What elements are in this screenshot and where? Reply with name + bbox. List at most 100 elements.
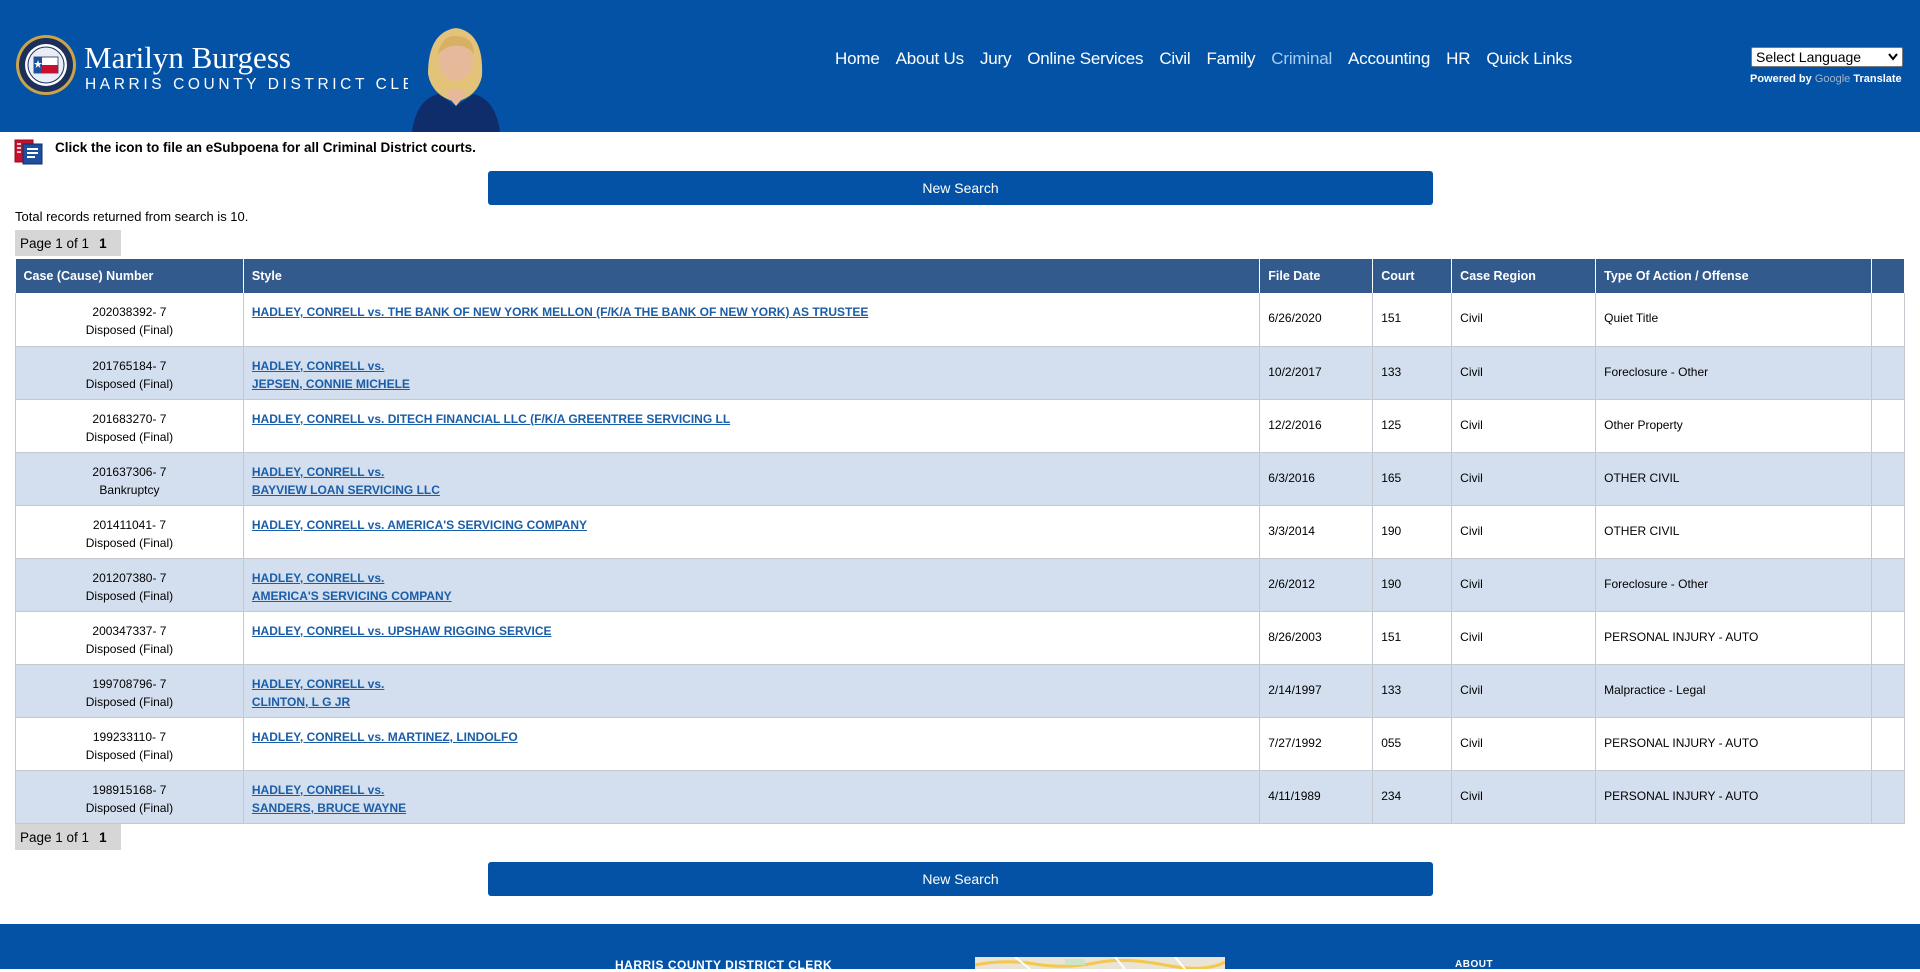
case-status: Disposed (Final): [85, 747, 174, 762]
footer-title: HARRIS COUNTY DISTRICT CLERK: [615, 958, 833, 972]
case-style-link-line2[interactable]: AMERICA'S SERVICING COMPANY: [252, 589, 452, 603]
file-date: 12/2/2016: [1259, 399, 1374, 453]
type-of-action: PERSONAL INJURY - AUTO: [1595, 770, 1872, 824]
table-header-row: Case (Cause) Number Style File Date Cour…: [15, 259, 1906, 293]
case-status: Disposed (Final): [85, 429, 174, 444]
type-of-action: PERSONAL INJURY - AUTO: [1595, 611, 1872, 665]
case-style-link[interactable]: HADLEY, CONRELL vs.: [252, 359, 384, 373]
case-style-link[interactable]: HADLEY, CONRELL vs. UPSHAW RIGGING SERVI…: [252, 624, 552, 638]
case-style-link-line2[interactable]: SANDERS, BRUCE WAYNE: [252, 801, 406, 815]
pager-top: Page 1 of 1 1: [15, 230, 121, 256]
blank-cell: [1871, 293, 1906, 347]
site-header: Marilyn Burgess HARRIS COUNTY DISTRICT C…: [0, 0, 1920, 132]
col-court[interactable]: Court: [1372, 259, 1453, 293]
col-type-of-action[interactable]: Type Of Action / Offense: [1595, 259, 1872, 293]
location-map[interactable]: [975, 957, 1225, 969]
court: 125: [1372, 399, 1453, 453]
case-style-link-line2[interactable]: JEPSEN, CONNIE MICHELE: [252, 377, 410, 391]
case-status: Bankruptcy: [99, 482, 160, 497]
powered-by-google-translate: Powered by Google Translate: [1750, 73, 1902, 85]
case-cell: 201683270- 7 Disposed (Final): [15, 399, 244, 453]
new-search-button-top[interactable]: New Search: [488, 171, 1433, 205]
style-cell: HADLEY, CONRELL vs. THE BANK OF NEW YORK…: [243, 293, 1261, 347]
file-date: 2/6/2012: [1259, 558, 1374, 612]
pager-page-1[interactable]: 1: [99, 236, 107, 251]
case-region: Civil: [1451, 770, 1597, 824]
case-style-link-line2[interactable]: BAYVIEW LOAN SERVICING LLC: [252, 483, 440, 497]
case-cell: 199708796- 7 Disposed (Final): [15, 664, 244, 718]
blank-cell: [1871, 611, 1906, 665]
nav-online-services[interactable]: Online Services: [1027, 49, 1143, 69]
table-row: 200347337- 7 Disposed (Final) HADLEY, CON…: [15, 611, 1906, 665]
nav-jury[interactable]: Jury: [980, 49, 1012, 69]
case-style-link[interactable]: HADLEY, CONRELL vs.: [252, 571, 384, 585]
case-region: Civil: [1451, 293, 1597, 347]
nav-quick-links[interactable]: Quick Links: [1486, 49, 1572, 69]
case-status: Disposed (Final): [85, 800, 174, 815]
case-region: Civil: [1451, 346, 1597, 400]
blank-cell: [1871, 452, 1906, 506]
translate-link[interactable]: Translate: [1853, 73, 1901, 85]
case-style-link[interactable]: HADLEY, CONRELL vs.: [252, 677, 384, 691]
court: 151: [1372, 611, 1453, 665]
style-cell: HADLEY, CONRELL vs. AMERICA'S SERVICING C…: [243, 558, 1261, 612]
type-of-action: Foreclosure - Other: [1595, 346, 1872, 400]
case-number: 201765184- 7: [92, 358, 167, 373]
pager-page-1[interactable]: 1: [99, 830, 107, 845]
file-date: 6/3/2016: [1259, 452, 1374, 506]
col-case-region[interactable]: Case Region: [1451, 259, 1597, 293]
case-number: 201411041- 7: [92, 517, 167, 532]
esubpoena-icon[interactable]: [14, 138, 44, 166]
language-select[interactable]: Select Language: [1751, 47, 1903, 67]
case-style-link-line2[interactable]: CLINTON, L G JR: [252, 695, 350, 709]
case-style-link[interactable]: HADLEY, CONRELL vs.: [252, 783, 384, 797]
table-row: 201207380- 7 Disposed (Final) HADLEY, CON…: [15, 558, 1906, 612]
case-style-link[interactable]: HADLEY, CONRELL vs. MARTINEZ, LINDOLFO: [252, 730, 518, 744]
case-status: Disposed (Final): [85, 376, 174, 391]
nav-hr[interactable]: HR: [1446, 49, 1470, 69]
nav-home[interactable]: Home: [835, 49, 880, 69]
blank-cell: [1871, 505, 1906, 559]
case-style-link[interactable]: HADLEY, CONRELL vs. THE BANK OF NEW YORK…: [252, 305, 868, 319]
brand-name[interactable]: Marilyn Burgess: [84, 40, 291, 76]
case-status: Disposed (Final): [85, 323, 174, 337]
case-number: 202038392- 7: [92, 305, 167, 319]
file-date: 10/2/2017: [1259, 346, 1374, 400]
district-clerk-seal-icon[interactable]: [15, 34, 77, 96]
table-row: 202038392- 7 Disposed (Final) HADLEY, CON…: [15, 293, 1906, 347]
case-style-link[interactable]: HADLEY, CONRELL vs. AMERICA'S SERVICING …: [252, 518, 587, 532]
nav-criminal[interactable]: Criminal: [1271, 49, 1332, 69]
type-of-action: Malpractice - Legal: [1595, 664, 1872, 718]
col-blank: [1871, 259, 1906, 293]
footer-about[interactable]: ABOUT: [1455, 959, 1493, 970]
case-number: 198915168- 7: [92, 782, 167, 797]
pager-bottom: Page 1 of 1 1: [15, 824, 121, 850]
style-cell: HADLEY, CONRELL vs. DITECH FINANCIAL LLC…: [243, 399, 1261, 453]
style-cell: HADLEY, CONRELL vs. SANDERS, BRUCE WAYNE: [243, 770, 1261, 824]
case-cell: 201765184- 7 Disposed (Final): [15, 346, 244, 400]
case-style-link[interactable]: HADLEY, CONRELL vs. DITECH FINANCIAL LLC…: [252, 412, 730, 426]
case-cell: 198915168- 7 Disposed (Final): [15, 770, 244, 824]
table-row: 199233110- 7 Disposed (Final) HADLEY, CON…: [15, 717, 1906, 771]
court: 055: [1372, 717, 1453, 771]
col-style[interactable]: Style: [243, 259, 1261, 293]
google-logo: Google: [1814, 73, 1851, 85]
table-row: 199708796- 7 Disposed (Final) HADLEY, CON…: [15, 664, 1906, 718]
court: 190: [1372, 505, 1453, 559]
file-date: 6/26/2020: [1259, 293, 1374, 347]
file-date: 4/11/1989: [1259, 770, 1374, 824]
case-region: Civil: [1451, 505, 1597, 559]
table-row: 201637306- 7 Bankruptcy HADLEY, CONRELL v…: [15, 452, 1906, 506]
nav-civil[interactable]: Civil: [1159, 49, 1190, 69]
main-nav: Home About Us Jury Online Services Civil…: [819, 49, 1572, 69]
nav-about-us[interactable]: About Us: [896, 49, 965, 69]
case-status: Disposed (Final): [85, 588, 174, 603]
court: 133: [1372, 346, 1453, 400]
case-style-link[interactable]: HADLEY, CONRELL vs.: [252, 465, 384, 479]
nav-accounting[interactable]: Accounting: [1348, 49, 1430, 69]
table-row: 201683270- 7 Disposed (Final) HADLEY, CON…: [15, 399, 1906, 453]
col-case-number[interactable]: Case (Cause) Number: [15, 259, 244, 293]
col-file-date[interactable]: File Date: [1259, 259, 1374, 293]
new-search-button-bottom[interactable]: New Search: [488, 862, 1433, 896]
nav-family[interactable]: Family: [1206, 49, 1255, 69]
